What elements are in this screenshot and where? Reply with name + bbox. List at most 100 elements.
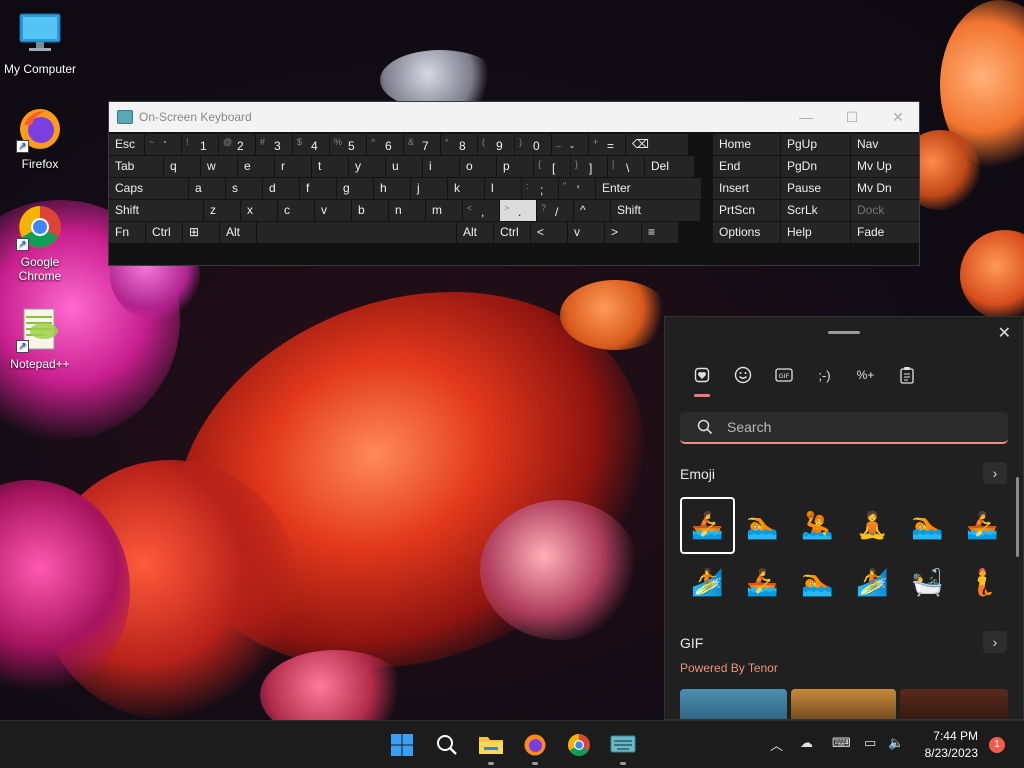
key-8[interactable]: * 8 xyxy=(441,134,477,155)
key-mv-dn[interactable]: Mv Dn xyxy=(851,178,919,199)
taskbar-firefox[interactable] xyxy=(519,729,551,765)
volume-icon[interactable]: 🔈 xyxy=(888,735,904,751)
emoji-item[interactable]: 🧘 xyxy=(845,497,900,554)
key-mv-up[interactable]: Mv Up xyxy=(851,156,919,177)
key-g[interactable]: g xyxy=(337,178,373,199)
key-symbol[interactable]: :; xyxy=(522,178,558,199)
key-f[interactable]: f xyxy=(300,178,336,199)
notification-badge[interactable]: 1 xyxy=(989,737,1005,753)
key-i[interactable]: i xyxy=(423,156,459,177)
emoji-item[interactable]: 🚣 xyxy=(735,554,790,611)
taskbar-file-explorer[interactable] xyxy=(475,729,507,765)
key-dock[interactable]: Dock xyxy=(851,200,919,221)
key-help[interactable]: Help xyxy=(781,222,850,243)
key-caps[interactable]: Caps xyxy=(109,178,188,199)
key-0[interactable]: ) 0 xyxy=(515,134,551,155)
desktop-icon-my-computer[interactable]: My Computer xyxy=(0,10,80,76)
key-pgdn[interactable]: PgDn xyxy=(781,156,850,177)
key-home[interactable]: Home xyxy=(713,134,780,155)
key-b[interactable]: b xyxy=(352,200,388,221)
key-y[interactable]: y xyxy=(349,156,385,177)
osk-title-bar[interactable]: On-Screen Keyboard — ☐ ✕ xyxy=(109,102,919,132)
tab-kaomoji[interactable]: ;-) xyxy=(804,363,845,387)
desktop-icon-notepadpp[interactable]: ↗ Notepad++ xyxy=(0,305,80,371)
key-s[interactable]: s xyxy=(226,178,262,199)
taskbar-search-button[interactable] xyxy=(431,729,463,761)
key-w[interactable]: w xyxy=(201,156,237,177)
gif-thumbnail[interactable] xyxy=(900,689,1008,719)
emoji-item[interactable]: 🧜 xyxy=(955,554,1010,611)
key-symbol[interactable]: ? / xyxy=(537,200,573,221)
start-button[interactable] xyxy=(386,729,418,761)
key-symbol[interactable]: {[ xyxy=(534,156,570,177)
key-scrlk[interactable]: ScrLk xyxy=(781,200,850,221)
key-backspace[interactable]: ⌫ xyxy=(626,134,688,155)
key-2[interactable]: @2 xyxy=(219,134,255,155)
close-button[interactable]: ✕ xyxy=(875,102,921,132)
key-enter[interactable]: Enter xyxy=(596,178,701,199)
key-c[interactable]: c xyxy=(278,200,314,221)
key-a[interactable]: a xyxy=(189,178,225,199)
key-options[interactable]: Options xyxy=(713,222,780,243)
tab-symbols[interactable]: %+ xyxy=(845,363,886,387)
taskbar-clock[interactable]: 7:44 PM 8/23/2023 xyxy=(925,728,978,762)
key-h[interactable]: h xyxy=(374,178,410,199)
emoji-item[interactable]: 🏊 xyxy=(790,554,845,611)
key-e[interactable]: e xyxy=(238,156,274,177)
key-r[interactable]: r xyxy=(275,156,311,177)
taskbar-chrome[interactable] xyxy=(563,729,595,761)
emoji-search-box[interactable] xyxy=(680,412,1008,444)
emoji-item[interactable]: 🤽 xyxy=(790,497,845,554)
key-symbol[interactable]: " ' xyxy=(559,178,595,199)
key-o[interactable]: o xyxy=(460,156,496,177)
key-up-arrow[interactable]: ^ xyxy=(574,200,610,221)
minimize-button[interactable]: — xyxy=(783,102,829,132)
key-menu[interactable]: ≡ xyxy=(642,222,678,243)
key-symbol[interactable]: + = xyxy=(589,134,625,155)
key-tab[interactable]: Tab xyxy=(109,156,163,177)
key-alt[interactable]: Alt xyxy=(220,222,256,243)
key-left-arrow[interactable]: < xyxy=(531,222,567,243)
gif-see-more-button[interactable]: › xyxy=(983,631,1007,653)
tab-clipboard[interactable] xyxy=(886,363,927,387)
keyboard-icon[interactable]: ⌨ xyxy=(832,735,851,751)
key-j[interactable]: j xyxy=(411,178,447,199)
key-u[interactable]: u xyxy=(386,156,422,177)
tab-gif[interactable]: GIF xyxy=(763,363,804,387)
key-esc[interactable]: Esc xyxy=(109,134,144,155)
key-shift[interactable]: Shift xyxy=(109,200,203,221)
key-symbol[interactable]: ~ ` xyxy=(145,134,181,155)
key-del[interactable]: Del xyxy=(645,156,694,177)
desktop-icon-firefox[interactable]: ↗ Firefox xyxy=(0,105,80,171)
key-ctrl[interactable]: Ctrl xyxy=(146,222,182,243)
emoji-item[interactable]: 🚣 xyxy=(680,497,735,554)
drag-handle[interactable] xyxy=(828,331,860,334)
onedrive-offline-icon[interactable]: ☁ xyxy=(800,735,813,751)
key-4[interactable]: $4 xyxy=(293,134,329,155)
desktop-icon-google-chrome[interactable]: ↗ Google Chrome xyxy=(0,203,80,283)
key-9[interactable]: (9 xyxy=(478,134,514,155)
key-5[interactable]: % 5 xyxy=(330,134,366,155)
key-pgup[interactable]: PgUp xyxy=(781,134,850,155)
network-icon[interactable]: ▭ xyxy=(864,735,876,751)
key-prtscn[interactable]: PrtScn xyxy=(713,200,780,221)
key-3[interactable]: #3 xyxy=(256,134,292,155)
key-7[interactable]: & 7 xyxy=(404,134,440,155)
emoji-item[interactable]: 🏊 xyxy=(900,497,955,554)
key-pause[interactable]: Pause xyxy=(781,178,850,199)
key-n[interactable]: n xyxy=(389,200,425,221)
key-1[interactable]: ! 1 xyxy=(182,134,218,155)
key-q[interactable]: q xyxy=(164,156,200,177)
key-z[interactable]: z xyxy=(204,200,240,221)
key-m[interactable]: m xyxy=(426,200,462,221)
key-x[interactable]: x xyxy=(241,200,277,221)
key-6[interactable]: ^ 6 xyxy=(367,134,403,155)
key-k[interactable]: k xyxy=(448,178,484,199)
key-windows[interactable]: ⊞ xyxy=(183,222,219,243)
key-d[interactable]: d xyxy=(263,178,299,199)
key-symbol[interactable]: | \ xyxy=(608,156,644,177)
key-shift[interactable]: Shift xyxy=(611,200,700,221)
gif-thumbnail[interactable] xyxy=(680,689,787,719)
emoji-item[interactable]: 🏊 xyxy=(735,497,790,554)
emoji-panel-scrollbar[interactable] xyxy=(1016,477,1019,557)
